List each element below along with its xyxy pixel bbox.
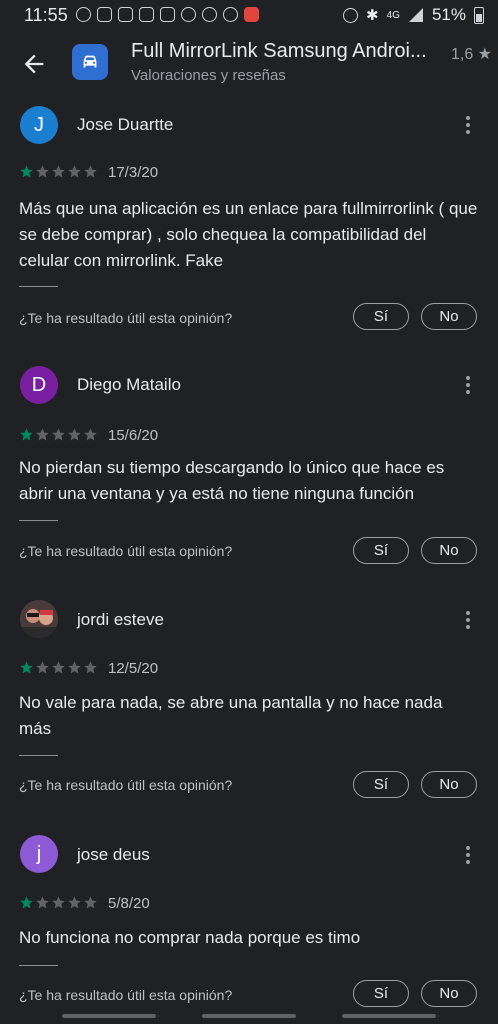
- helpful-yes-button[interactable]: Sí: [353, 771, 409, 798]
- star-empty-icon: [84, 661, 97, 674]
- app-bar: Full MirrorLink Samsung Androi... Valora…: [0, 32, 498, 94]
- star-empty-icon: [68, 428, 81, 441]
- app-notification-icon: [139, 7, 154, 22]
- helpful-question: ¿Te ha resultado útil esta opinión?: [19, 777, 233, 793]
- more-options-icon[interactable]: [459, 374, 477, 396]
- helpful-yes-button[interactable]: Sí: [353, 980, 409, 1007]
- reviewer-name: jordi esteve: [77, 610, 164, 629]
- system-navigation-bar: [0, 1012, 498, 1024]
- star-filled-icon: [20, 661, 33, 674]
- helpful-yes-button[interactable]: Sí: [353, 303, 409, 330]
- review-date: 17/3/20: [108, 164, 159, 181]
- review-date: 5/8/20: [108, 895, 150, 912]
- signal-icon: [408, 8, 423, 22]
- nav-recents[interactable]: [62, 1014, 156, 1018]
- car-icon: [83, 55, 97, 68]
- app-notification-icon: [160, 7, 175, 22]
- avatar: D: [20, 366, 58, 404]
- status-time: 11:55: [24, 5, 68, 25]
- star-empty-icon: [36, 896, 49, 909]
- app-icon[interactable]: [72, 44, 108, 80]
- divider: [19, 965, 58, 966]
- helpful-no-button[interactable]: No: [421, 303, 477, 330]
- battery-icon: [474, 6, 484, 24]
- review-text: No pierdan su tiempo descargando lo únic…: [19, 458, 445, 503]
- star-empty-icon: [52, 661, 65, 674]
- divider: [19, 520, 58, 521]
- helpful-no-button[interactable]: No: [421, 980, 477, 1007]
- network-type: 4G: [386, 9, 400, 21]
- profile-photo: [20, 600, 58, 638]
- twitter-icon: [223, 7, 238, 22]
- star-filled-icon: [20, 428, 33, 441]
- nav-home[interactable]: [202, 1014, 296, 1018]
- more-options-icon[interactable]: [459, 609, 477, 631]
- more-options-icon[interactable]: [459, 844, 477, 866]
- review-text: No vale para nada, se abre una pantalla …: [19, 693, 443, 738]
- app-rating: 1,6 ★: [450, 46, 492, 63]
- divider: [19, 286, 58, 287]
- avatar: J: [20, 106, 58, 144]
- star-empty-icon: [52, 428, 65, 441]
- helpful-yes-button[interactable]: Sí: [353, 537, 409, 564]
- helpful-question: ¿Te ha resultado útil esta opinión?: [19, 310, 233, 326]
- weather-icon: [202, 7, 217, 22]
- star-filled-icon: [20, 896, 33, 909]
- helpful-no-button[interactable]: No: [421, 771, 477, 798]
- bluetooth-icon: ✱: [366, 7, 379, 24]
- star-empty-icon: [36, 165, 49, 178]
- status-bar: 11:55 ✱ 4G 51%: [0, 0, 498, 32]
- star-empty-icon: [68, 896, 81, 909]
- star-filled-icon: [20, 165, 33, 178]
- star-empty-icon: [84, 165, 97, 178]
- star-rating: [19, 164, 98, 179]
- avatar: j: [20, 835, 58, 873]
- star-empty-icon: [84, 896, 97, 909]
- twitter-icon: [181, 7, 196, 22]
- reviewer-name: jose deus: [77, 845, 150, 864]
- system-indicators: ✱ 4G 51%: [343, 5, 484, 25]
- reviewer-name: Jose Duartte: [77, 115, 174, 134]
- instagram-icon: [97, 7, 112, 22]
- review-text: No funciona no comprar nada porque es ti…: [19, 928, 361, 947]
- star-rating: [19, 660, 98, 675]
- battery-percent: 51%: [431, 5, 466, 24]
- notification-icons: [76, 7, 259, 22]
- nav-back[interactable]: [342, 1014, 436, 1018]
- whatsapp-icon: [76, 7, 91, 22]
- star-empty-icon: [52, 165, 65, 178]
- page-subtitle: Valoraciones y reseñas: [131, 67, 286, 84]
- helpful-question: ¿Te ha resultado útil esta opinión?: [19, 987, 233, 1003]
- star-empty-icon: [36, 661, 49, 674]
- shield-icon: [244, 7, 259, 22]
- star-empty-icon: [36, 428, 49, 441]
- star-empty-icon: [68, 165, 81, 178]
- reviewer-name: Diego Matailo: [77, 375, 181, 394]
- star-empty-icon: [52, 896, 65, 909]
- instagram-icon: [118, 7, 133, 22]
- star-rating: [19, 895, 98, 910]
- review-text: Más que una aplicación es un enlace para…: [19, 199, 478, 270]
- avatar: [20, 600, 58, 638]
- back-arrow-icon[interactable]: [20, 50, 48, 78]
- review-date: 12/5/20: [108, 660, 159, 677]
- more-options-icon[interactable]: [459, 114, 477, 136]
- app-title: Full MirrorLink Samsung Androi...: [131, 40, 427, 62]
- star-rating: [19, 427, 98, 442]
- star-empty-icon: [68, 661, 81, 674]
- helpful-question: ¿Te ha resultado útil esta opinión?: [19, 543, 233, 559]
- helpful-no-button[interactable]: No: [421, 537, 477, 564]
- divider: [19, 755, 58, 756]
- review-date: 15/6/20: [108, 427, 159, 444]
- star-empty-icon: [84, 428, 97, 441]
- alarm-icon: [343, 7, 359, 23]
